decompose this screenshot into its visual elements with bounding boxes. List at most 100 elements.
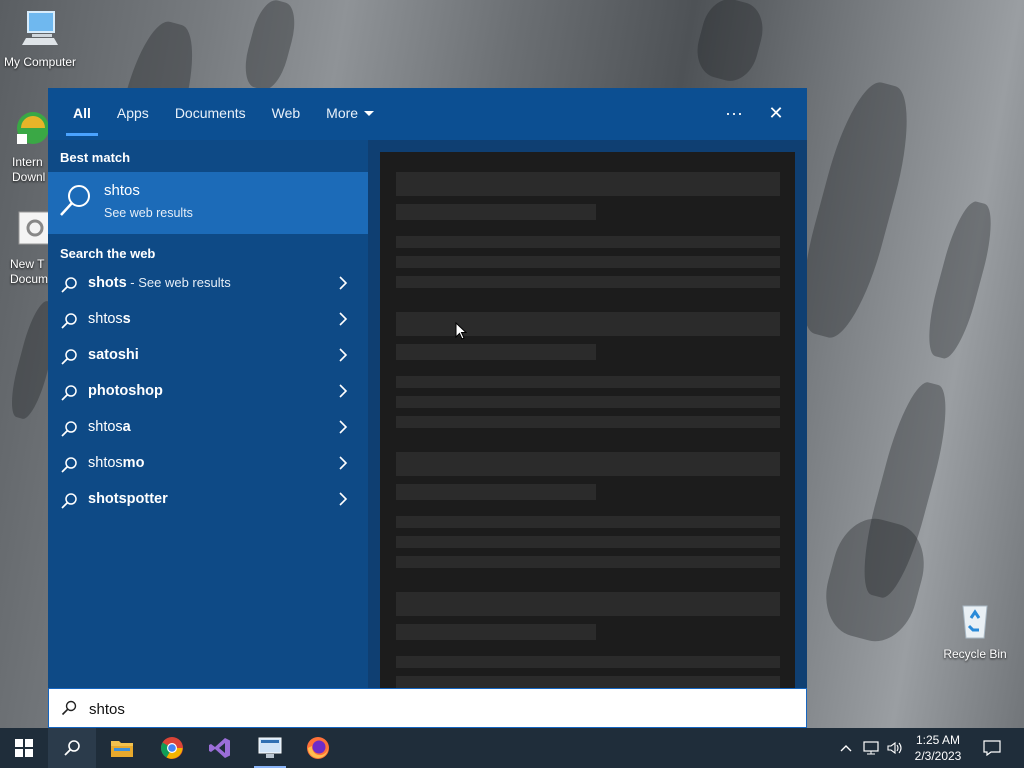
- placeholder-bar: [396, 452, 780, 476]
- chevron-right-icon[interactable]: [336, 310, 350, 328]
- network-icon: [863, 741, 879, 755]
- suggestion-text: shtosmo: [88, 455, 144, 471]
- suggestion-completion: mo: [122, 455, 145, 471]
- best-match-heading: Best match: [60, 150, 131, 165]
- suggestion-text: shotspotter: [88, 491, 168, 507]
- placeholder-bar: [396, 556, 780, 568]
- desktop-icon-my-computer[interactable]: My Computer: [0, 8, 80, 69]
- notification-icon: [983, 740, 1001, 756]
- placeholder-bar: [396, 256, 780, 268]
- placeholder-bar: [396, 396, 780, 408]
- search-icon: [61, 421, 77, 437]
- tab-label: Documents: [174, 105, 246, 121]
- suggestion-completion: satoshi: [88, 347, 139, 363]
- close-button[interactable]: ✕: [758, 98, 794, 130]
- placeholder-bar: [396, 416, 780, 428]
- recycle-bin-icon: [962, 605, 988, 639]
- suggestion-prefix: shtos: [88, 419, 123, 435]
- placeholder-bar: [396, 172, 780, 196]
- desktop-icon-label: Intern Downl: [12, 155, 46, 184]
- suggestion-completion: a: [122, 419, 131, 435]
- tab-apps[interactable]: Apps: [104, 88, 162, 140]
- taskbar: 1:25 AM 2/3/2023: [0, 728, 1024, 768]
- suggestion-text: photoshop: [88, 383, 163, 399]
- taskbar-chrome[interactable]: [148, 728, 196, 768]
- taskbar-search-button[interactable]: [48, 728, 96, 768]
- placeholder-bar: [396, 536, 780, 548]
- search-icon: [61, 700, 77, 716]
- chevron-right-icon[interactable]: [336, 490, 350, 508]
- web-suggestion-item[interactable]: shtosa: [48, 410, 368, 446]
- placeholder-bar: [396, 624, 596, 640]
- tab-more[interactable]: More: [313, 88, 387, 140]
- search-icon: [61, 385, 77, 401]
- start-button[interactable]: [0, 728, 48, 768]
- search-panel: All Apps Documents Web More ··· ✕ Best m…: [48, 88, 807, 688]
- chevron-right-icon[interactable]: [336, 346, 350, 364]
- search-icon: [61, 457, 77, 473]
- search-icon: [64, 740, 80, 756]
- placeholder-bar: [396, 516, 780, 528]
- suggestion-completion: shotspotter: [88, 491, 168, 507]
- network-button[interactable]: [860, 728, 882, 768]
- action-center-button[interactable]: [978, 728, 1006, 768]
- taskbar-visual-studio[interactable]: [196, 728, 244, 768]
- chevron-right-icon[interactable]: [336, 418, 350, 436]
- suggestion-completion: photoshop: [88, 383, 163, 399]
- web-suggestion-item[interactable]: photoshop: [48, 374, 368, 410]
- web-suggestion-item[interactable]: satoshi: [48, 338, 368, 374]
- placeholder-bar: [396, 312, 780, 336]
- show-hidden-icons-button[interactable]: [836, 728, 856, 768]
- desktop-icon-recycle-bin[interactable]: Recycle Bin: [935, 600, 1015, 661]
- search-icon: [61, 493, 77, 509]
- search-panel-header: All Apps Documents Web More ··· ✕: [48, 88, 807, 140]
- taskbar-file-explorer[interactable]: [98, 728, 146, 768]
- chevron-right-icon[interactable]: [336, 382, 350, 400]
- tab-label: All: [73, 105, 91, 121]
- chevron-right-icon[interactable]: [336, 274, 350, 292]
- volume-button[interactable]: [884, 728, 906, 768]
- placeholder-bar: [396, 204, 596, 220]
- more-options-button[interactable]: ···: [716, 98, 752, 130]
- firefox-icon: [307, 737, 329, 759]
- placeholder-bar: [396, 344, 596, 360]
- chevron-up-icon: [840, 745, 852, 752]
- search-icon: [61, 277, 77, 293]
- suggestion-prefix: shtos: [88, 455, 123, 471]
- preview-loading-placeholder: [380, 152, 795, 688]
- ellipsis-icon: ···: [725, 103, 743, 123]
- web-suggestion-item[interactable]: shotspotter: [48, 482, 368, 518]
- taskbar-firefox[interactable]: [294, 728, 342, 768]
- placeholder-bar: [396, 276, 780, 288]
- suggestion-text: shots - See web results: [88, 275, 231, 291]
- search-icon: [61, 349, 77, 365]
- desktop-icon-label: New T Docum: [10, 257, 49, 286]
- desktop-icon-label: My Computer: [3, 55, 77, 69]
- preview-pane: [368, 140, 807, 688]
- suggestion-completion: s: [122, 311, 131, 327]
- results-list: Best match shtos See web results Search …: [48, 140, 368, 688]
- taskbar-clock[interactable]: 1:25 AM 2/3/2023: [906, 732, 970, 764]
- windows-logo-icon: [15, 739, 33, 757]
- speaker-icon: [887, 741, 902, 755]
- suggestion-text: shtosa: [88, 419, 131, 435]
- tab-web[interactable]: Web: [259, 88, 314, 140]
- taskbar-remote-desktop[interactable]: [246, 728, 294, 768]
- tab-documents[interactable]: Documents: [162, 88, 259, 140]
- search-box[interactable]: [48, 688, 807, 728]
- search-input[interactable]: [87, 696, 791, 722]
- web-suggestion-item[interactable]: shtoss: [48, 302, 368, 338]
- clock-date: 2/3/2023: [914, 749, 962, 763]
- web-suggestion-item[interactable]: shtosmo: [48, 446, 368, 482]
- tab-all[interactable]: All: [60, 88, 104, 140]
- download-manager-icon: [17, 112, 49, 144]
- web-suggestion-item[interactable]: shots - See web results: [48, 266, 368, 302]
- close-icon: ✕: [768, 103, 784, 123]
- chevron-right-icon[interactable]: [336, 454, 350, 472]
- tab-label: More: [326, 105, 359, 121]
- best-match-result[interactable]: shtos See web results: [48, 172, 368, 234]
- placeholder-bar: [396, 376, 780, 388]
- placeholder-bar: [396, 236, 780, 248]
- suggestion-completion: shots: [88, 275, 127, 291]
- placeholder-bar: [396, 676, 780, 688]
